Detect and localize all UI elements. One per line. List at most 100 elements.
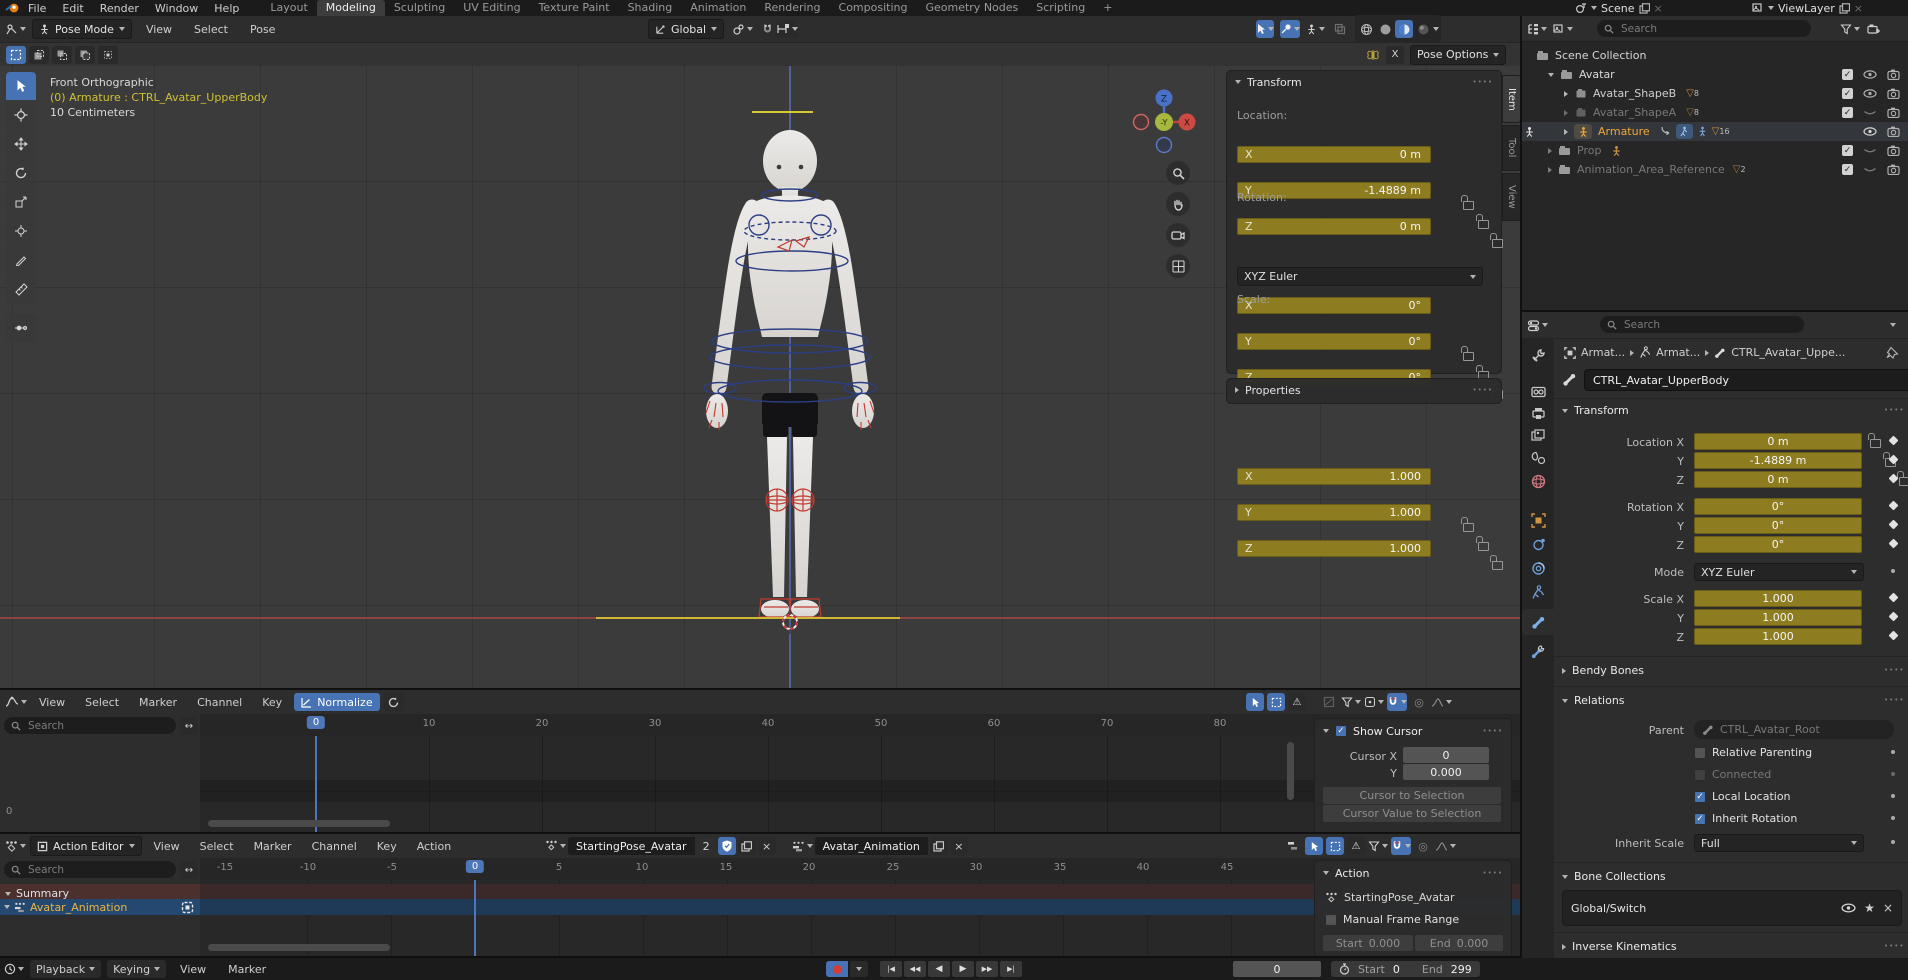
animate-dot-icon[interactable] <box>1891 840 1895 844</box>
connected-checkbox[interactable] <box>1694 769 1706 781</box>
dope-hscrollbar[interactable] <box>208 944 390 951</box>
tab-output-icon[interactable] <box>1531 407 1546 420</box>
scene-dropdown-icon[interactable] <box>1591 6 1597 10</box>
lock-icon[interactable] <box>1478 542 1489 551</box>
scene-name[interactable]: Scene <box>1601 2 1635 15</box>
pan-button[interactable] <box>1166 192 1190 216</box>
snap-settings-dropdown[interactable] <box>776 20 798 38</box>
tab-constraints-icon[interactable] <box>1531 561 1546 576</box>
select-mode-subtract-button[interactable] <box>52 46 72 64</box>
workspace-tab-modeling[interactable]: Modeling <box>317 0 385 16</box>
inherit-rotation-checkbox[interactable]: ✓ <box>1694 813 1706 825</box>
eye-icon[interactable] <box>1863 70 1877 79</box>
rotation-x-field[interactable]: 0° <box>1694 498 1862 515</box>
panel-grip-icon[interactable]: •••• <box>1472 386 1493 394</box>
dope-playhead[interactable] <box>474 880 476 956</box>
unlink-action-button[interactable]: × <box>758 837 776 855</box>
outliner-row-avatar-shapeb[interactable]: Avatar_ShapeB ▽8 ✓ <box>1522 84 1908 103</box>
scale-z-field[interactable]: 1.000 <box>1694 628 1862 645</box>
menu-select[interactable]: Select <box>186 23 236 36</box>
next-keyframe-button[interactable]: ▶▶ <box>976 961 998 977</box>
outliner-row-animation-area-reference[interactable]: Animation_Area_Reference ▽2 ✓ <box>1522 160 1908 179</box>
sidebar-properties-panel[interactable]: Properties •••• <box>1226 378 1502 404</box>
end-value[interactable]: 299 <box>1451 963 1472 976</box>
search-input[interactable] <box>1619 22 1804 36</box>
graph-menu-channel[interactable]: Channel <box>189 696 250 709</box>
cursor-y-field[interactable]: 0.000 <box>1403 764 1489 780</box>
search-input[interactable] <box>1622 318 1797 332</box>
dope-editor-type-button[interactable] <box>5 837 26 855</box>
remove-icon[interactable]: × <box>1883 901 1893 915</box>
zoom-button[interactable] <box>1166 161 1190 185</box>
tab-object-icon[interactable] <box>1531 513 1546 528</box>
graph-menu-select[interactable]: Select <box>77 696 127 709</box>
frame-range-end-field[interactable]: End0.000 <box>1415 935 1503 951</box>
action-browse-dropdown[interactable] <box>545 837 566 855</box>
workspace-tab-texture-paint[interactable]: Texture Paint <box>530 0 619 16</box>
outliner-row-avatar[interactable]: Avatar ✓ <box>1522 65 1908 84</box>
dope-current-frame-badge[interactable]: 0 <box>466 860 484 873</box>
panel-expand-icon[interactable] <box>1323 871 1329 875</box>
mirror-x-toggle[interactable]: X <box>1386 46 1404 64</box>
keyframe-icon[interactable] <box>1889 436 1899 446</box>
local-location-row[interactable]: ✓ Local Location <box>1694 790 1791 803</box>
expand-icon[interactable] <box>1564 110 1568 116</box>
panel-expand-icon[interactable] <box>1323 729 1329 733</box>
workspace-tab-sculpting[interactable]: Sculpting <box>385 0 454 16</box>
graph-ghost-curves-button[interactable] <box>1320 693 1338 711</box>
pose-options-dropdown[interactable]: Pose Options <box>1410 45 1506 65</box>
scale-y-field[interactable]: Y1.000 <box>1237 504 1431 521</box>
lock-icon[interactable] <box>1463 523 1474 532</box>
add-workspace-button[interactable]: + <box>1094 0 1121 16</box>
tab-bone-constraints-icon[interactable] <box>1531 644 1546 659</box>
graph-playhead[interactable] <box>315 736 317 832</box>
tab-scene-icon[interactable] <box>1531 451 1546 465</box>
rotation-y-field[interactable]: Y0° <box>1237 333 1431 350</box>
dope-falloff-dropdown[interactable] <box>1435 837 1456 855</box>
lock-icon[interactable] <box>1492 561 1503 570</box>
rotation-mode-dropdown[interactable]: XYZ Euler <box>1237 267 1483 286</box>
workspace-tab-geometry-nodes[interactable]: Geometry Nodes <box>916 0 1027 16</box>
keyframe-icon[interactable] <box>1889 631 1899 641</box>
breadcrumb-bone[interactable]: CTRL_Avatar_Uppe... <box>1731 346 1845 359</box>
animate-dot-icon[interactable] <box>1891 794 1895 798</box>
exclude-checkbox[interactable]: ✓ <box>1842 164 1853 175</box>
tab-render-icon[interactable] <box>1531 385 1546 398</box>
animate-dot-icon[interactable] <box>1891 750 1895 754</box>
eye-closed-icon[interactable] <box>1863 165 1877 174</box>
tool-transform[interactable] <box>6 217 36 245</box>
lock-icon[interactable] <box>1463 201 1474 210</box>
dope-menu-key[interactable]: Key <box>369 840 405 853</box>
inherit-scale-dropdown[interactable]: Full <box>1694 834 1864 852</box>
rotation-z-field[interactable]: 0° <box>1694 536 1862 553</box>
bendy-bones-panel-header[interactable]: Bendy Bones <box>1562 664 1644 677</box>
outliner-display-mode-dropdown[interactable] <box>1527 20 1547 38</box>
tool-move[interactable] <box>6 130 36 158</box>
eye-closed-icon[interactable] <box>1863 146 1877 155</box>
outliner-row-armature[interactable]: Armature ▽16 <box>1522 122 1908 141</box>
graph-menu-view[interactable]: View <box>31 696 73 709</box>
camera-restrict-icon[interactable] <box>1887 88 1900 99</box>
workspace-tab-shading[interactable]: Shading <box>619 0 682 16</box>
relations-panel-header[interactable]: Relations <box>1562 694 1625 707</box>
viewlayer-icon[interactable] <box>1752 2 1764 14</box>
snap-magnet-icon[interactable] <box>761 23 774 36</box>
scale-z-field[interactable]: Z1.000 <box>1237 540 1431 557</box>
search-input[interactable] <box>26 719 169 733</box>
keyframe-icon[interactable] <box>1889 593 1899 603</box>
keying-dropdown[interactable]: Keying <box>107 960 166 978</box>
properties-options-chevron-icon[interactable] <box>1890 323 1896 327</box>
location-x-field[interactable]: 0 m <box>1694 433 1862 450</box>
bone-collections-panel-header[interactable]: Bone Collections <box>1562 870 1666 883</box>
new-viewlayer-icon[interactable] <box>1839 3 1850 14</box>
connected-row[interactable]: Connected <box>1694 768 1771 781</box>
navigation-gizmo[interactable]: Z X -Y <box>1128 86 1200 158</box>
camera-restrict-icon[interactable] <box>1887 145 1900 156</box>
keyframe-icon[interactable] <box>1889 539 1899 549</box>
remove-viewlayer-icon[interactable]: × <box>1854 2 1863 15</box>
location-z-field[interactable]: 0 m <box>1694 471 1862 488</box>
action-panel-name-row[interactable]: StartingPose_Avatar <box>1325 891 1455 904</box>
workspace-tab-rendering[interactable]: Rendering <box>755 0 829 16</box>
graph-snap-dropdown[interactable] <box>1387 693 1407 711</box>
shading-solid-button[interactable] <box>1376 20 1394 38</box>
